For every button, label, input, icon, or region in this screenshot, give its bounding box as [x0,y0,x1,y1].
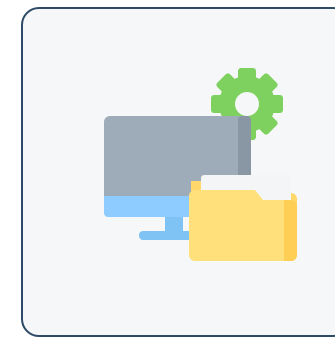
folder-icon [189,175,297,261]
computer-folder-settings-icon [104,68,297,261]
